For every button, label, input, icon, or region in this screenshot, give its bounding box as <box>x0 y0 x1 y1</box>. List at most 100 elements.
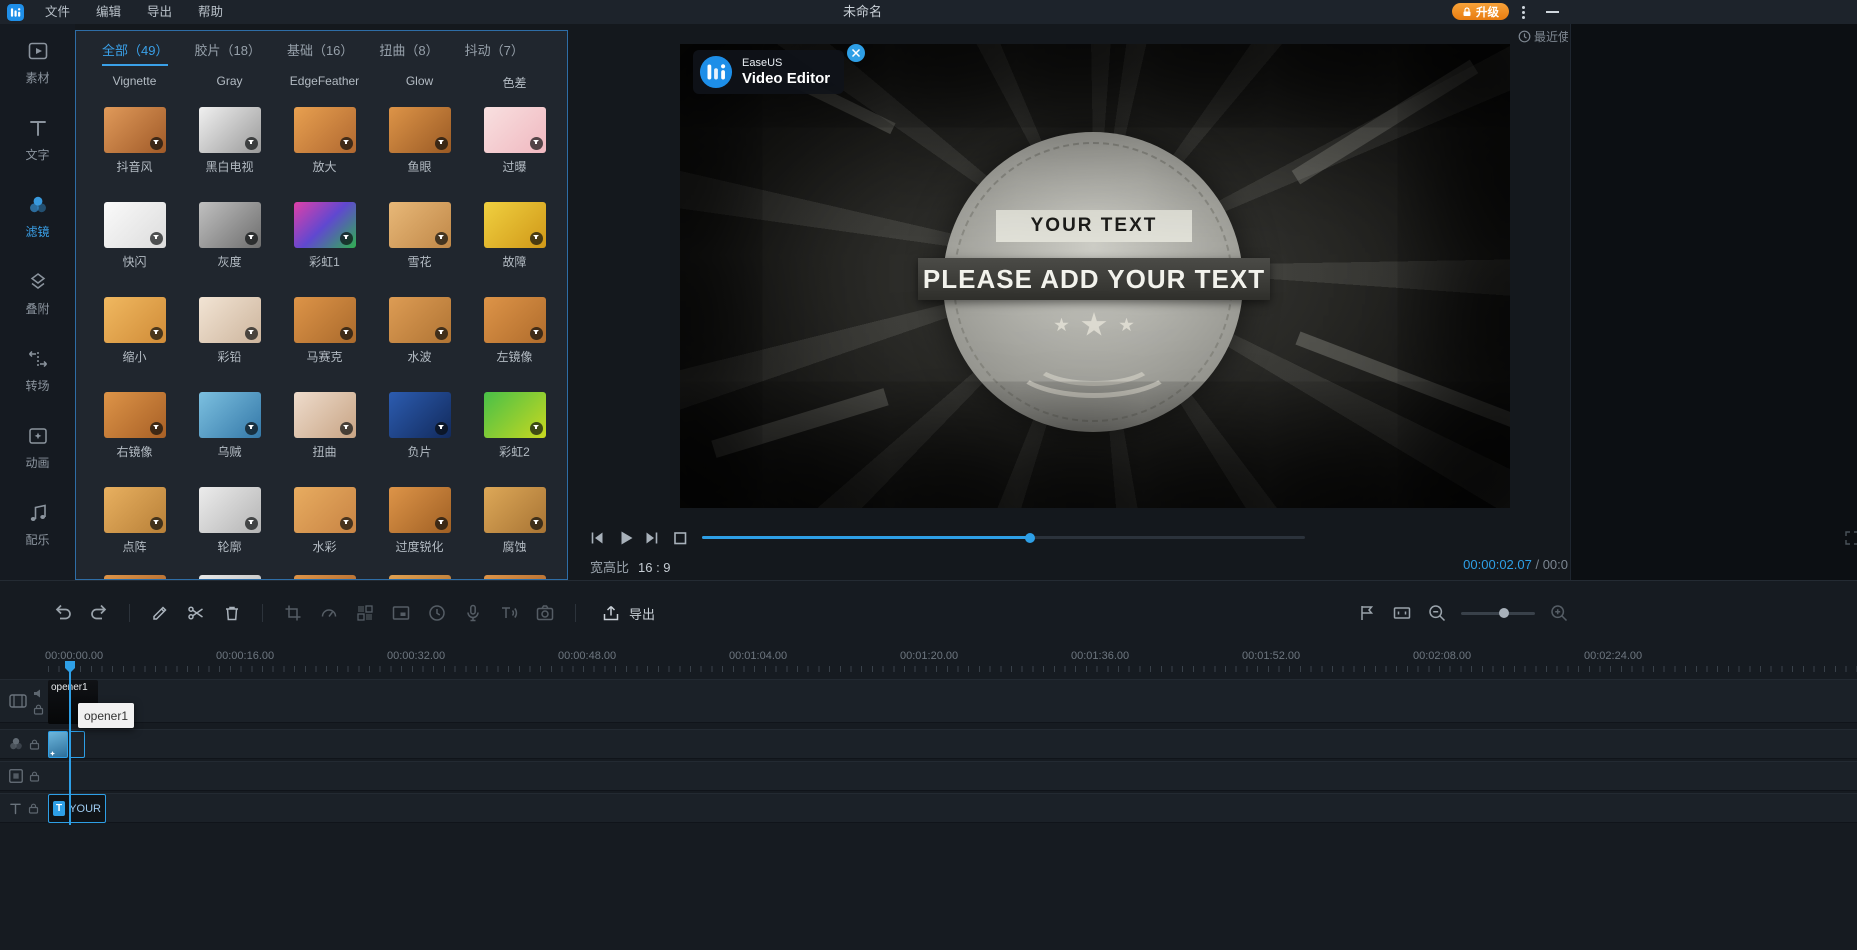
snapshot-icon[interactable] <box>534 603 556 623</box>
filter-clip[interactable] <box>48 731 68 758</box>
filter-item[interactable]: 彩虹1 <box>277 202 372 270</box>
filter-thumbnail[interactable] <box>389 202 451 248</box>
filter-thumbnail[interactable] <box>104 487 166 533</box>
download-icon[interactable] <box>530 232 543 245</box>
speed-icon[interactable] <box>318 603 340 623</box>
filter-item[interactable]: 鱼眼 <box>372 107 467 175</box>
seek-bar[interactable] <box>702 536 1305 539</box>
upgrade-button[interactable]: 升级 <box>1452 3 1509 20</box>
filter-item[interactable]: 水波 <box>372 297 467 365</box>
timeline-ruler[interactable]: 00:00:00.00 00:00:16.00 00:00:32.00 00:0… <box>0 647 1857 673</box>
lock-track-icon[interactable] <box>29 739 40 750</box>
tab-film[interactable]: 胶片（18） <box>194 40 260 66</box>
download-icon[interactable] <box>245 422 258 435</box>
recently-used-button[interactable]: 最近使 <box>1518 28 1568 45</box>
filter-item[interactable]: Gray <box>182 69 277 91</box>
zoom-in-icon[interactable] <box>1548 603 1570 623</box>
filter-thumbnail[interactable] <box>294 297 356 343</box>
next-frame-button[interactable] <box>644 530 660 546</box>
filter-item[interactable]: 右镜像 <box>87 392 182 460</box>
filter-item[interactable]: 马赛克 <box>277 297 372 365</box>
filter-thumbnail[interactable] <box>199 297 261 343</box>
sidebar-item-overlays[interactable]: 叠附 <box>0 255 75 332</box>
filter-thumbnail[interactable] <box>484 202 546 248</box>
minimize-icon[interactable] <box>1546 11 1559 13</box>
zoom-out-icon[interactable] <box>1426 603 1448 623</box>
filter-thumbnail[interactable] <box>484 487 546 533</box>
playhead[interactable] <box>69 661 71 825</box>
marker-icon[interactable] <box>1356 603 1378 623</box>
download-icon[interactable] <box>530 137 543 150</box>
text-to-speech-icon[interactable] <box>498 603 520 623</box>
voiceover-icon[interactable] <box>462 603 484 623</box>
filter-thumbnail[interactable] <box>484 297 546 343</box>
seek-handle[interactable] <box>1025 533 1035 543</box>
download-icon[interactable] <box>530 422 543 435</box>
filter-item[interactable]: EdgeFeather <box>277 69 372 91</box>
download-icon[interactable] <box>245 232 258 245</box>
download-icon[interactable] <box>150 517 163 530</box>
filter-thumbnail[interactable] <box>389 392 451 438</box>
download-icon[interactable] <box>435 517 448 530</box>
filter-item[interactable]: 彩铅 <box>182 297 277 365</box>
filter-thumbnail[interactable] <box>104 202 166 248</box>
filter-thumbnail[interactable] <box>199 202 261 248</box>
tab-basic[interactable]: 基础（16） <box>287 40 353 66</box>
split-icon[interactable] <box>185 603 207 623</box>
filter-item[interactable]: 缩小 <box>87 297 182 365</box>
menu-help[interactable]: 帮助 <box>185 0 236 24</box>
text-clip[interactable]: T YOUR <box>48 794 106 823</box>
download-icon[interactable] <box>245 327 258 340</box>
menu-edit[interactable]: 编辑 <box>83 0 134 24</box>
pip-icon[interactable] <box>390 603 412 623</box>
filter-item[interactable]: 乌贼 <box>182 392 277 460</box>
filter-thumbnail[interactable] <box>389 297 451 343</box>
video-canvas[interactable]: YOUR TEXT PLEASE ADD YOUR TEXT EaseUS Vi… <box>680 44 1510 508</box>
download-icon[interactable] <box>435 327 448 340</box>
filter-thumbnail[interactable] <box>199 487 261 533</box>
filter-item[interactable]: 轮廓 <box>182 487 277 555</box>
download-icon[interactable] <box>340 232 353 245</box>
menu-file[interactable]: 文件 <box>32 0 83 24</box>
download-icon[interactable] <box>245 517 258 530</box>
track-overlay[interactable] <box>0 761 1857 791</box>
filter-thumbnail[interactable] <box>104 107 166 153</box>
filter-item[interactable]: 过曝 <box>467 107 562 175</box>
filter-item[interactable]: 放大 <box>277 107 372 175</box>
sidebar-item-transitions[interactable]: 转场 <box>0 332 75 409</box>
download-icon[interactable] <box>340 422 353 435</box>
filter-thumbnail[interactable] <box>389 487 451 533</box>
filter-item[interactable]: 腐蚀 <box>467 487 562 555</box>
watermark-close-icon[interactable] <box>847 44 865 62</box>
lock-track-icon[interactable] <box>28 803 39 814</box>
track-video[interactable]: opener1 <box>0 679 1857 723</box>
download-icon[interactable] <box>435 232 448 245</box>
more-menu-icon[interactable] <box>1522 11 1525 14</box>
mosaic-icon[interactable] <box>354 603 376 623</box>
download-icon[interactable] <box>340 137 353 150</box>
filter-item[interactable]: 过度锐化 <box>372 487 467 555</box>
sidebar-item-filters[interactable]: 滤镜 <box>0 178 75 255</box>
filter-item[interactable]: 快闪 <box>87 202 182 270</box>
filter-clip[interactable] <box>69 731 85 758</box>
filter-thumbnail[interactable] <box>294 107 356 153</box>
filter-item[interactable]: 彩虹2 <box>467 392 562 460</box>
filter-item[interactable]: 色差 <box>467 69 562 91</box>
download-icon[interactable] <box>150 422 163 435</box>
filter-item[interactable]: 扭曲 <box>277 392 372 460</box>
filter-item[interactable]: 抖音风 <box>87 107 182 175</box>
filter-item[interactable]: 水彩 <box>277 487 372 555</box>
download-icon[interactable] <box>150 327 163 340</box>
filter-item[interactable]: 黑白电视 <box>182 107 277 175</box>
download-icon[interactable] <box>530 517 543 530</box>
crop-icon[interactable] <box>282 603 304 623</box>
filter-item[interactable]: 点阵 <box>87 487 182 555</box>
filter-thumbnail[interactable] <box>199 107 261 153</box>
download-icon[interactable] <box>150 232 163 245</box>
filter-thumbnail[interactable] <box>294 392 356 438</box>
aspect-ratio[interactable]: 宽高比16 : 9 <box>590 557 671 576</box>
duration-icon[interactable] <box>426 603 448 623</box>
filter-item[interactable]: 故障 <box>467 202 562 270</box>
redo-icon[interactable] <box>88 604 110 622</box>
filter-item[interactable]: 负片 <box>372 392 467 460</box>
